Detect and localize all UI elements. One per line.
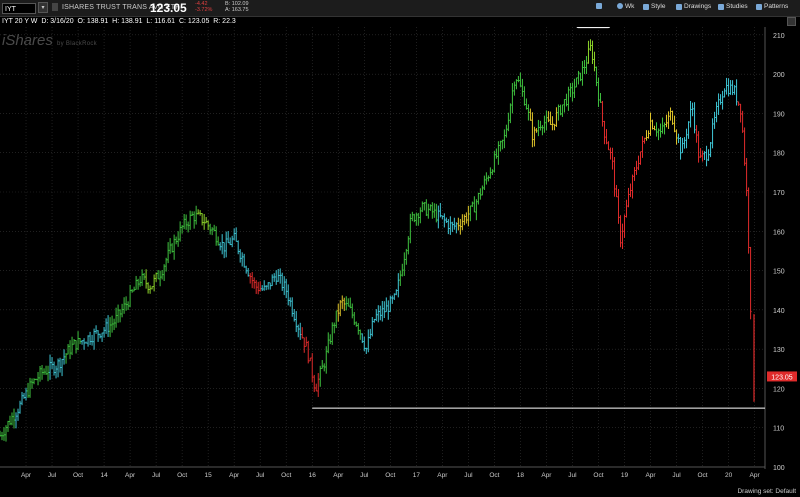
open-readout: O: 138.91 (77, 18, 109, 25)
y-tick-label: 170 (773, 190, 785, 197)
y-tick-label: 140 (773, 308, 785, 315)
x-tick-label: Apr (125, 472, 136, 479)
flask-studies-icon (718, 3, 724, 10)
price-chart[interactable]: 100 110 120 130 140 150 160 170 180 190 200 210 Apr J… (0, 27, 800, 497)
x-tick-label: Oct (281, 472, 291, 479)
minimize-icon[interactable] (787, 17, 796, 26)
symbol-input[interactable]: IYT (2, 2, 36, 14)
x-tick-label: Apr (333, 472, 344, 479)
bid-ask: B: 102.09 A: 163.75 (225, 1, 249, 13)
pencil-icon (676, 3, 682, 10)
x-tick-label: Oct (177, 472, 187, 479)
x-tick-label: 19 (621, 472, 629, 479)
x-tick-label: Jul (256, 472, 265, 479)
x-tick-label: Oct (489, 472, 499, 479)
x-tick-label: Jul (152, 472, 161, 479)
high-annotation-box (576, 27, 611, 29)
style-icon (643, 3, 649, 10)
x-tick-label: 20 (725, 472, 733, 479)
x-tick-label: Apr (750, 472, 761, 479)
x-tick-label: Jul (672, 472, 681, 479)
x-tick-label: Jul (464, 472, 473, 479)
drawings-button[interactable]: Drawings (676, 3, 711, 10)
window-controls (787, 17, 796, 26)
chart-header: IYT 20 Y W D: 3/16/20 O: 138.91 H: 138.9… (2, 18, 236, 25)
y-tick-label: 110 (773, 426, 784, 433)
x-tick-label: 16 (309, 472, 317, 479)
low-readout: L: 116.61 (146, 18, 176, 25)
date-readout: D: 3/16/20 (41, 18, 74, 25)
timeframe-label: Wk (625, 3, 635, 10)
x-tick-label: Apr (645, 472, 656, 479)
y-tick-label: 100 (773, 465, 785, 472)
link-icon[interactable] (52, 3, 58, 11)
x-tick-label: 17 (413, 472, 421, 479)
y-tick-label: 150 (773, 269, 785, 276)
y-tick-label: 210 (773, 33, 785, 40)
y-tick-label: 130 (773, 347, 785, 354)
drawings-label: Drawings (684, 3, 712, 10)
x-tick-label: Jul (568, 472, 577, 479)
symbol-dropdown-icon[interactable]: ▾ (38, 2, 48, 13)
gear-icon (617, 3, 623, 9)
x-tick-label: Oct (73, 472, 83, 479)
high-readout: H: 138.91 (112, 18, 143, 25)
x-tick-label: Jul (48, 472, 57, 479)
x-tick-label: 18 (517, 472, 525, 479)
net-change: -4.42 -3.72% (195, 1, 212, 13)
flask-icon (596, 3, 602, 9)
watermark-text: iShares (2, 32, 53, 49)
x-tick-label: 14 (100, 472, 108, 479)
studies-label: Studies (726, 3, 748, 10)
close-readout: C: 123.05 (178, 18, 210, 25)
watermark-sub: by BlackRock (57, 41, 97, 47)
x-tick-label: Jul (360, 472, 369, 479)
y-tick-label: 120 (773, 386, 785, 393)
last-price-tag-label: 123.05 (771, 374, 793, 381)
settings-button[interactable] (617, 3, 623, 9)
watermark-logo: iShares by BlackRock (2, 32, 97, 49)
studies-button[interactable]: Studies (718, 3, 748, 10)
top-toolbar: IYT ▾ ISHARES TRUST TRANS AVG ETF 123.05… (0, 0, 800, 17)
y-tick-label: 180 (773, 151, 785, 158)
x-tick-label: Apr (541, 472, 552, 479)
patterns-button[interactable]: Patterns (756, 3, 788, 10)
drawing-set-status: Drawing set: Default (737, 488, 796, 495)
ask-value: A: 163.75 (225, 7, 249, 13)
y-tick-label: 160 (773, 229, 785, 236)
last-price: 123.05 (150, 1, 187, 15)
range-readout: R: 22.3 (213, 18, 236, 25)
style-label: Style (651, 3, 666, 10)
x-tick-label: Oct (385, 472, 395, 479)
patterns-label: Patterns (764, 3, 789, 10)
x-tick-label: 15 (205, 472, 213, 479)
style-button[interactable]: Style (643, 3, 665, 10)
change-percent: -3.72% (195, 7, 213, 13)
timeframe-button[interactable]: Wk (625, 3, 634, 10)
patterns-icon (756, 3, 762, 10)
y-tick-label: 200 (773, 72, 785, 79)
x-tick-label: Oct (697, 472, 707, 479)
chart-title: IYT 20 Y W (2, 18, 38, 25)
x-tick-label: Apr (21, 472, 32, 479)
y-tick-label: 190 (773, 111, 785, 118)
flask-button[interactable] (596, 3, 602, 9)
x-tick-label: Apr (437, 472, 448, 479)
x-tick-label: Oct (593, 472, 603, 479)
x-tick-label: Apr (229, 472, 240, 479)
